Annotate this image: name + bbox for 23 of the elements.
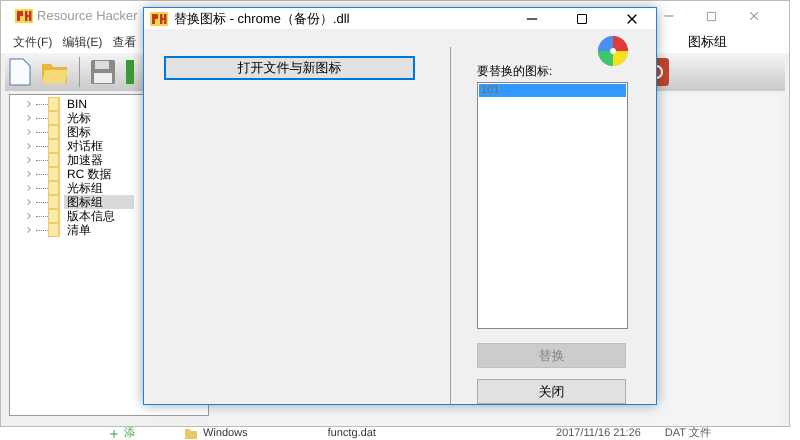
tree-item[interactable]: 图标组	[64, 195, 134, 209]
tree-item[interactable]: 光标	[64, 111, 134, 125]
tree-item[interactable]: 对话框	[64, 139, 134, 153]
file-name[interactable]: functg.dat	[328, 428, 376, 439]
pane-header: 图标组	[688, 33, 727, 52]
menu-item[interactable]: 编辑(E)	[62, 33, 102, 51]
tree-item[interactable]: 版本信息	[64, 209, 134, 223]
tree-item[interactable]: 图标	[64, 125, 134, 139]
file-modified: 2017/11/16 21:26	[556, 428, 641, 439]
tree-item[interactable]: 光标组	[64, 181, 134, 195]
tree-item[interactable]: RC 数据	[64, 167, 134, 181]
dialog-title: 替换图标 - chrome（备份）.dll	[174, 10, 350, 28]
dialog-button[interactable]: 关闭	[477, 379, 626, 404]
window-title: Resource Hacker	[37, 7, 138, 26]
file-type: DAT 文件	[664, 428, 711, 439]
folder-name[interactable]: Windows	[203, 428, 248, 439]
menu-item[interactable]: 文件(F)	[13, 33, 52, 51]
tree-item[interactable]: BIN	[64, 97, 134, 111]
tree-item[interactable]: 清单	[64, 223, 134, 237]
open-file-button[interactable]: 打开文件与新图标	[164, 56, 415, 80]
icon-list-label: 要替换的图标:	[477, 63, 554, 80]
menu-item[interactable]: 查看	[112, 33, 136, 51]
tree-item[interactable]: 加速器	[64, 153, 134, 167]
